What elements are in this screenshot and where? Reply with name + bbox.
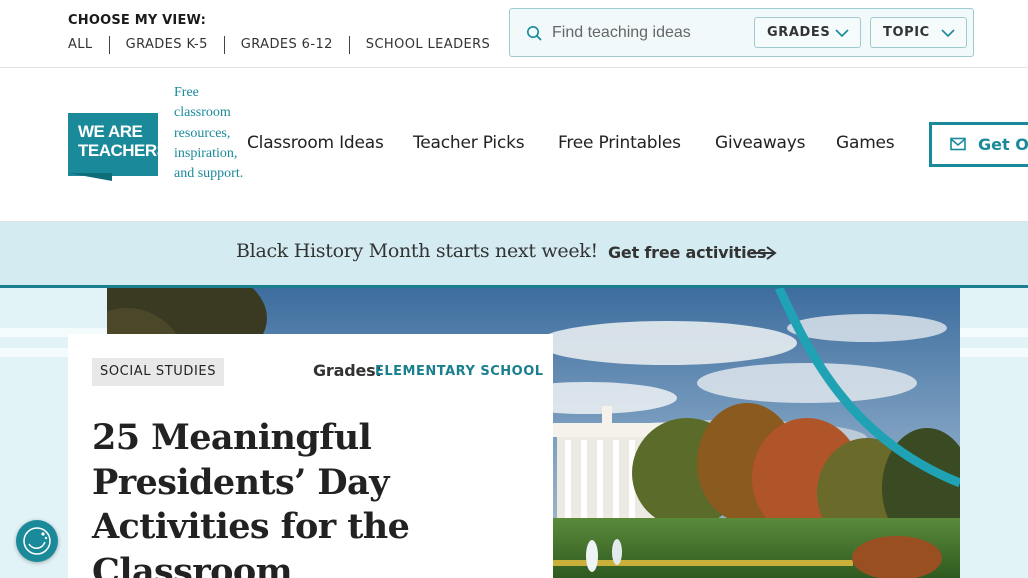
- article-card: SOCIAL STUDIES Grades: ELEMENTARY SCHOOL…: [68, 334, 553, 578]
- search-form: GRADES TOPIC: [509, 8, 974, 57]
- top-utility-bar: CHOOSE MY VIEW: ALL GRADES K-5 GRADES 6-…: [0, 0, 1028, 68]
- topic-dropdown-label: TOPIC: [883, 25, 930, 40]
- nav-item-free-printables[interactable]: Free Printables: [558, 133, 681, 153]
- subject-tag[interactable]: SOCIAL STUDIES: [92, 358, 225, 386]
- logo-tail: [68, 173, 112, 181]
- grades-dropdown-label: GRADES: [767, 25, 831, 40]
- nav-item-teacher-picks[interactable]: Teacher Picks: [413, 133, 525, 153]
- view-selector-label: CHOOSE MY VIEW:: [68, 13, 207, 28]
- chevron-down-icon: [941, 29, 955, 38]
- accessibility-icon: [23, 527, 51, 555]
- view-selector: ALL GRADES K-5 GRADES 6-12 SCHOOL LEADER…: [68, 36, 506, 54]
- nav-item-classroom-ideas[interactable]: Classroom Ideas: [247, 133, 384, 153]
- search-input[interactable]: [550, 19, 754, 47]
- accessibility-button[interactable]: [16, 520, 58, 562]
- nav-item-giveaways[interactable]: Giveaways: [715, 133, 805, 153]
- promo-banner: Black History Month starts next week! Ge…: [0, 222, 1028, 288]
- grades-value[interactable]: ELEMENTARY SCHOOL: [375, 364, 544, 379]
- grades-dropdown[interactable]: GRADES: [754, 17, 861, 48]
- nav-item-games[interactable]: Games: [836, 133, 895, 153]
- chevron-down-icon: [835, 29, 849, 38]
- grades-label: Grades:: [313, 361, 382, 380]
- view-option-all[interactable]: ALL: [68, 36, 109, 54]
- newsletter-button-label: Get Ou: [978, 135, 1028, 154]
- banner-link[interactable]: Get free activities: [608, 243, 767, 262]
- view-option-grades-6-12[interactable]: GRADES 6-12: [223, 36, 349, 54]
- site-logo[interactable]: WE ARE TEACHERS: [68, 113, 168, 176]
- article-hero: SOCIAL STUDIES Grades: ELEMENTARY SCHOOL…: [0, 288, 1028, 578]
- search-icon[interactable]: [526, 25, 543, 42]
- banner-message: Black History Month starts next week!: [236, 240, 598, 262]
- site-tagline: Free classroom resources, inspiration, a…: [174, 85, 244, 182]
- mail-icon: [950, 137, 966, 151]
- view-option-grades-k5[interactable]: GRADES K-5: [108, 36, 224, 54]
- newsletter-button[interactable]: Get Ou: [929, 122, 1028, 167]
- article-title: 25 Meaningful Presidents’ Day Activities…: [92, 417, 410, 578]
- view-option-school-leaders[interactable]: SCHOOL LEADERS: [348, 36, 506, 54]
- logo-text: WE ARE TEACHERS: [78, 122, 168, 160]
- main-navigation: WE ARE TEACHERS Free classroom resources…: [0, 68, 1028, 222]
- topic-dropdown[interactable]: TOPIC: [870, 17, 967, 48]
- arrow-right-icon[interactable]: [750, 246, 777, 260]
